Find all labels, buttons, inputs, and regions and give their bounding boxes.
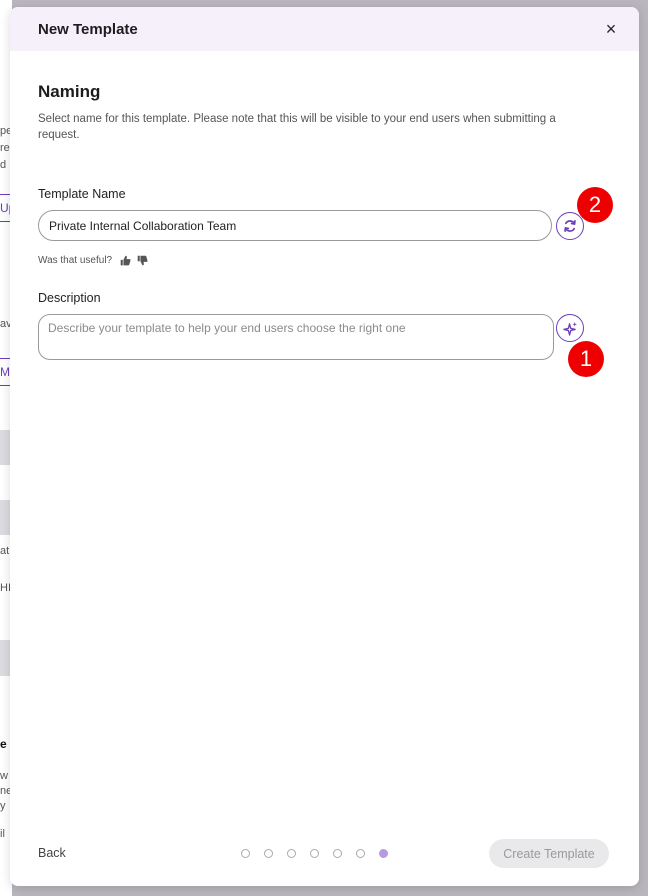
- step-dot: [333, 849, 342, 858]
- annotation-badge-1: 1: [568, 341, 604, 377]
- thumbs-up-icon[interactable]: [120, 255, 131, 266]
- step-dot: [356, 849, 365, 858]
- step-dot: [241, 849, 250, 858]
- new-template-dialog: New Template × Naming Select name for th…: [10, 7, 639, 886]
- template-name-input[interactable]: [38, 210, 552, 241]
- dialog-header: New Template ×: [10, 7, 639, 51]
- back-button[interactable]: Back: [38, 846, 66, 860]
- close-button[interactable]: ×: [601, 19, 621, 39]
- step-dot: [287, 849, 296, 858]
- refresh-icon: [564, 220, 576, 232]
- step-dot-active: [379, 849, 388, 858]
- section-heading: Naming: [38, 82, 101, 101]
- description-input[interactable]: [38, 314, 554, 360]
- feedback-question: Was that useful?: [38, 255, 113, 266]
- thumbs-down-icon[interactable]: [137, 255, 148, 266]
- feedback-row: Was that useful?: [38, 255, 148, 266]
- generate-description-button[interactable]: [556, 314, 584, 342]
- dialog-title: New Template: [38, 21, 138, 38]
- template-name-label: Template Name: [38, 187, 126, 201]
- step-dot: [310, 849, 319, 858]
- sparkles-icon: [562, 321, 577, 336]
- annotation-badge-2: 2: [577, 187, 613, 223]
- regenerate-name-button[interactable]: [556, 212, 584, 240]
- section-description: Select name for this template. Please no…: [38, 113, 556, 141]
- description-label: Description: [38, 291, 101, 305]
- step-indicator: [241, 849, 388, 858]
- create-template-button[interactable]: Create Template: [489, 839, 609, 868]
- step-dot: [264, 849, 273, 858]
- close-icon: ×: [605, 19, 617, 39]
